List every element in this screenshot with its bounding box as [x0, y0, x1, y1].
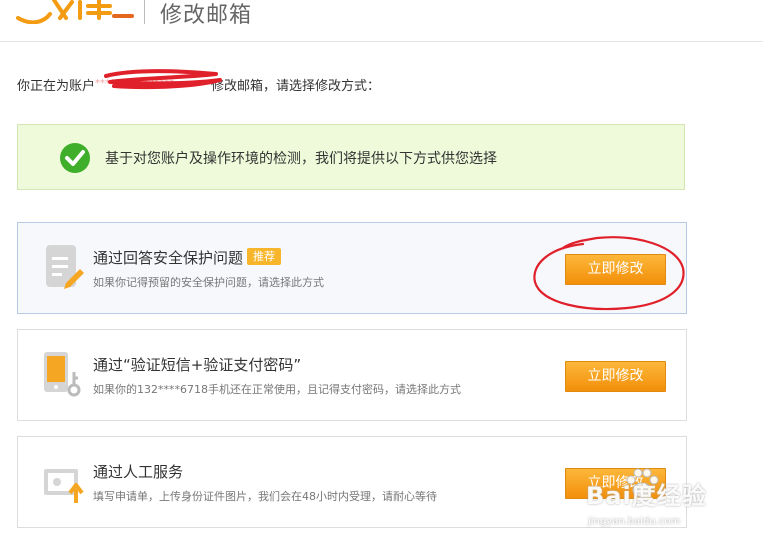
page-header: 修改邮箱: [0, 0, 763, 42]
option-sms-payment: 通过“验证短信+验证支付密码” 如果你的132****6718手机还在正常使用，…: [17, 329, 687, 421]
option-title: 通过回答安全保护问题 推荐: [93, 247, 282, 268]
option-title: 通过“验证短信+验证支付密码”: [93, 356, 302, 374]
document-pencil-icon: [46, 245, 84, 289]
page-title: 修改邮箱: [160, 3, 253, 28]
modify-now-button-security-question[interactable]: 立即修改: [565, 254, 666, 285]
notice-text: 基于对您账户及操作环境的检测，我们将提供以下方式供您选择: [105, 151, 497, 167]
recommended-badge: 推荐: [247, 248, 282, 265]
option-security-question: 通过回答安全保护问题 推荐 如果你记得预留的安全保护问题，请选择此方式 立即修改: [17, 222, 687, 314]
detection-notice: 基于对您账户及操作环境的检测，我们将提供以下方式供您选择: [17, 124, 685, 190]
intro-text: 你正在为账户********132**** 修改邮箱，请选择修改方式：: [17, 75, 380, 94]
option-description: 填写申请单，上传身份证件图片，我们会在48小时内受理，请耐心等待: [93, 490, 437, 503]
modify-now-button-sms-payment[interactable]: 立即修改: [565, 361, 666, 392]
intro-suffix: 修改邮箱，请选择修改方式：: [211, 79, 381, 94]
intro-prefix: 你正在为账户: [17, 79, 96, 94]
option-description: 如果你记得预留的安全保护问题，请选择此方式: [93, 276, 324, 289]
phone-key-icon: [44, 352, 81, 397]
option-manual-service: 通过人工服务 填写申请单，上传身份证件图片，我们会在48小时内受理，请耐心等待 …: [17, 436, 687, 528]
id-card-upload-icon: [44, 469, 84, 503]
site-logo[interactable]: [14, 0, 136, 24]
header-divider: [144, 0, 145, 24]
option-title: 通过人工服务: [93, 463, 184, 481]
masked-account: ********132****: [95, 78, 175, 89]
modify-now-button-manual-service[interactable]: 立即修改: [565, 468, 666, 499]
option-description: 如果你的132****6718手机还在正常使用，且记得支付密码，请选择此方式: [93, 383, 461, 396]
check-circle-icon: [60, 143, 90, 173]
